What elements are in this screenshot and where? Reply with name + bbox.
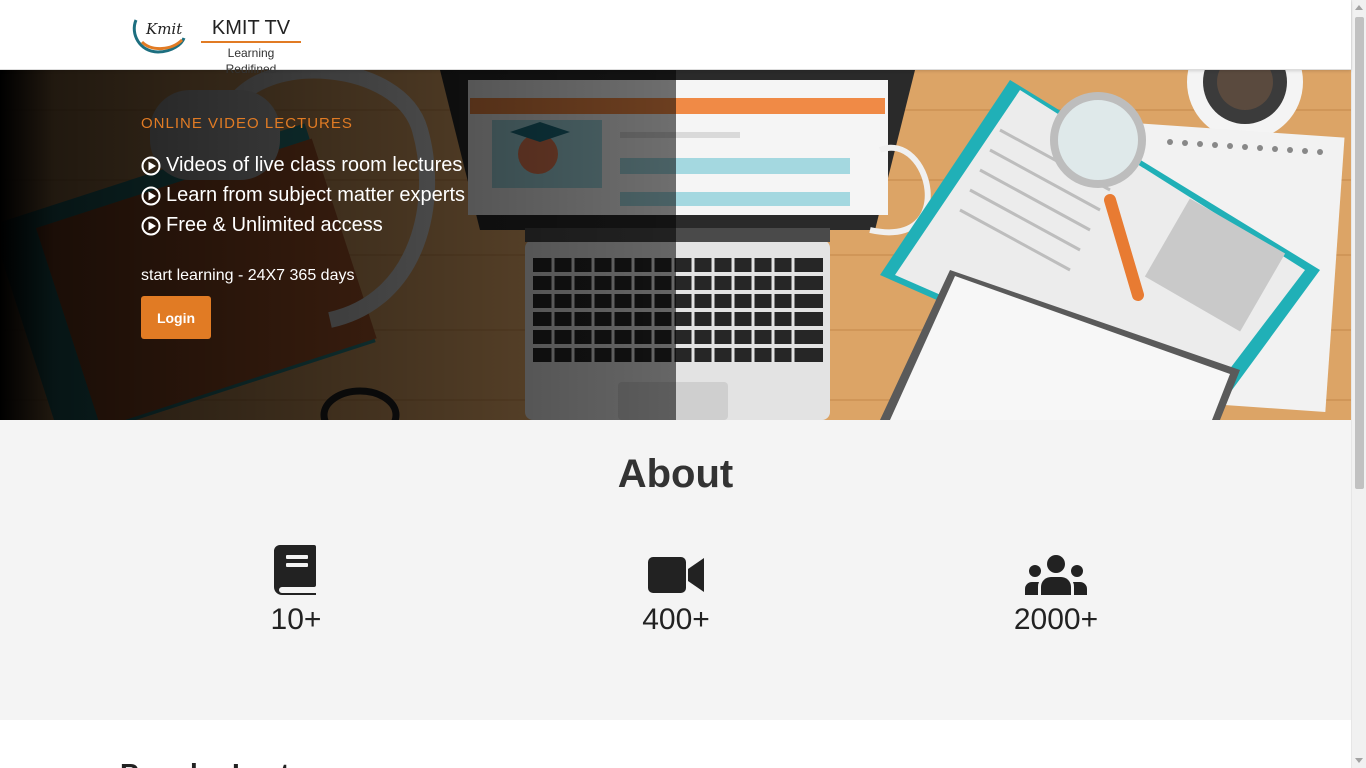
brand-block: KMIT TV Learning Redifined — [201, 16, 301, 77]
stat-value: 400+ — [642, 603, 710, 636]
hero-banner: ONLINE VIDEO LECTURES Videos of live cla… — [0, 70, 1351, 420]
users-icon — [1025, 555, 1087, 595]
feature-text: Free & Unlimited access — [166, 214, 383, 236]
popular-heading: Popular Lectures — [120, 758, 349, 768]
svg-text:Kmit: Kmit — [145, 20, 183, 38]
stat-value: 2000+ — [1013, 603, 1099, 636]
kmit-logo[interactable]: Kmit — [132, 12, 188, 58]
stat-videos: 400+ — [576, 545, 776, 637]
scroll-down-icon[interactable] — [1355, 758, 1363, 763]
login-button[interactable]: Login — [141, 296, 211, 339]
feature-item: Free & Unlimited access — [141, 214, 383, 237]
scroll-up-icon[interactable] — [1355, 5, 1363, 10]
book-icon — [274, 545, 316, 595]
play-circle-icon — [141, 186, 161, 205]
hero-subtext: start learning - 24X7 365 days — [141, 267, 355, 284]
feature-item: Learn from subject matter experts — [141, 184, 465, 207]
video-camera-icon — [648, 557, 704, 593]
feature-text: Videos of live class room lectures — [166, 154, 463, 176]
feature-text: Learn from subject matter experts — [166, 184, 466, 206]
stat-value: 10+ — [270, 603, 322, 636]
site-header: Kmit KMIT TV Learning Redifined — [0, 0, 1351, 76]
site-title: KMIT TV — [201, 16, 301, 43]
play-circle-icon — [141, 156, 161, 175]
stat-lectures: 10+ — [196, 545, 396, 637]
scroll-thumb[interactable] — [1355, 17, 1364, 489]
page-scrollbar[interactable] — [1351, 0, 1366, 768]
hero-kicker: ONLINE VIDEO LECTURES — [141, 115, 353, 132]
feature-item: Videos of live class room lectures — [141, 154, 462, 177]
stat-users: 2000+ — [956, 545, 1156, 637]
about-title: About — [617, 452, 734, 496]
play-circle-icon — [141, 216, 161, 235]
about-section: About 10+ 400+ 2000+ — [0, 420, 1351, 720]
popular-section: Popular Lectures — [0, 720, 1351, 768]
site-tagline: Learning Redifined — [225, 46, 277, 76]
